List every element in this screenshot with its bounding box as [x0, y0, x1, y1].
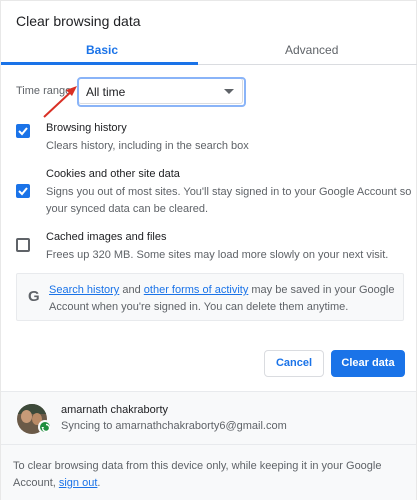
dropdown-caret-icon: [224, 89, 234, 94]
time-range-value: All time: [86, 85, 126, 99]
clear-browsing-data-dialog: Clear browsing data Basic Advanced Time …: [0, 0, 417, 500]
footer-text-segment: .: [97, 477, 101, 489]
option-title: Browsing history: [46, 122, 127, 134]
notice-text-segment: and: [119, 284, 144, 296]
dialog-title: Clear browsing data: [16, 13, 141, 29]
option-description: Frees up 320 MB. Some sites may load mor…: [46, 247, 411, 264]
search-history-link[interactable]: Search history: [49, 284, 119, 296]
active-tab-indicator: [1, 62, 198, 65]
account-sync-status: Syncing to amarnathchakraborty6@gmail.co…: [61, 420, 287, 432]
google-g-icon: G: [28, 288, 40, 305]
checkbox-cached-images[interactable]: [16, 238, 30, 252]
sync-icon: [38, 420, 52, 434]
checkbox-browsing-history[interactable]: [16, 124, 30, 138]
account-footer: amarnath chakraborty Syncing to amarnath…: [1, 391, 416, 500]
tab-bar: Basic Advanced: [1, 37, 417, 65]
footer-text: To clear browsing data from this device …: [13, 458, 408, 492]
clear-data-button[interactable]: Clear data: [331, 350, 405, 377]
option-title: Cookies and other site data: [46, 168, 180, 180]
time-range-select[interactable]: All time: [77, 77, 246, 107]
footer-line: To clear browsing data from this device …: [13, 460, 382, 472]
option-desc-line: Signs you out of most sites. You'll stay…: [46, 186, 412, 198]
footer-text-segment: Account,: [13, 477, 59, 489]
option-description: Clears history, including in the search …: [46, 138, 411, 155]
sign-out-link[interactable]: sign out: [59, 477, 98, 489]
checkbox-cookies[interactable]: [16, 184, 30, 198]
notice-text-segment: may be saved in your Google: [248, 284, 395, 296]
checkmark-icon: [18, 187, 28, 196]
option-desc-line: your synced data can be cleared.: [46, 203, 209, 215]
option-description: Signs you out of most sites. You'll stay…: [46, 184, 411, 218]
annotation-arrow-icon: [43, 86, 77, 118]
other-activity-link[interactable]: other forms of activity: [144, 284, 249, 296]
notice-text-line: Account when you're signed in. You can d…: [49, 301, 349, 313]
option-title: Cached images and files: [46, 231, 167, 243]
notice-text: Search history and other forms of activi…: [49, 282, 399, 316]
account-name: amarnath chakraborty: [61, 404, 168, 416]
option-desc-line: Clears history, including in the search …: [46, 140, 249, 152]
option-desc-line: Frees up 320 MB. Some sites may load mor…: [46, 249, 389, 261]
tab-advanced[interactable]: Advanced: [285, 43, 338, 57]
google-activity-notice: G Search history and other forms of acti…: [16, 273, 404, 321]
avatar-face: [21, 410, 32, 423]
divider: [1, 444, 416, 445]
cancel-button[interactable]: Cancel: [264, 350, 324, 377]
tab-basic[interactable]: Basic: [86, 43, 118, 57]
checkmark-icon: [18, 127, 28, 136]
